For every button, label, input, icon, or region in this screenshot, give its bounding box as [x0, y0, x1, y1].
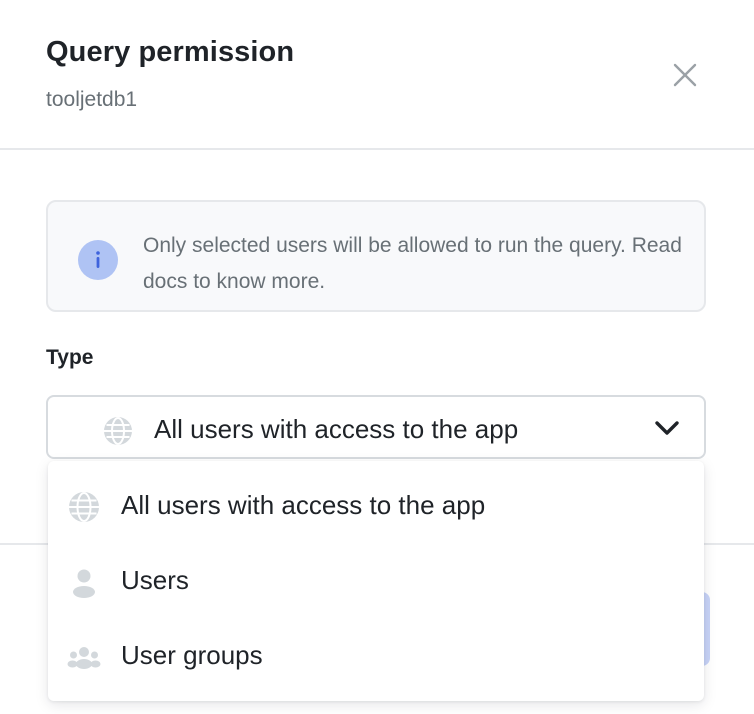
type-dropdown-menu: All users with access to the app Users U… [48, 461, 704, 701]
globe-icon [69, 492, 99, 522]
dropdown-option-users[interactable]: Users [48, 545, 704, 619]
dropdown-option-label: Users [121, 565, 189, 595]
globe-icon [104, 417, 132, 445]
type-select-value: All users with access to the app [154, 414, 519, 444]
query-permission-dialog: Query permission tooljetdb1 Only selecte… [0, 0, 754, 714]
type-label: Type [46, 346, 94, 369]
info-text: Only selected users will be allowed to r… [143, 234, 682, 293]
close-button[interactable] [668, 58, 702, 92]
dropdown-option-all-users[interactable]: All users with access to the app [48, 470, 704, 544]
dialog-subtitle: tooljetdb1 [46, 88, 138, 111]
chevron-down-icon [655, 421, 679, 435]
dialog-title: Query permission [46, 36, 295, 68]
info-banner: Only selected users will be allowed to r… [46, 200, 706, 312]
info-icon [78, 240, 118, 280]
dropdown-option-label: All users with access to the app [121, 490, 486, 520]
dialog-header: Query permission tooljetdb1 [0, 0, 754, 150]
close-icon [673, 63, 697, 87]
type-select[interactable]: All users with access to the app [46, 395, 706, 459]
user-group-icon [67, 647, 101, 669]
dropdown-option-user-groups[interactable]: User groups [48, 620, 704, 694]
user-icon [73, 569, 95, 598]
dropdown-option-label: User groups [121, 640, 263, 670]
